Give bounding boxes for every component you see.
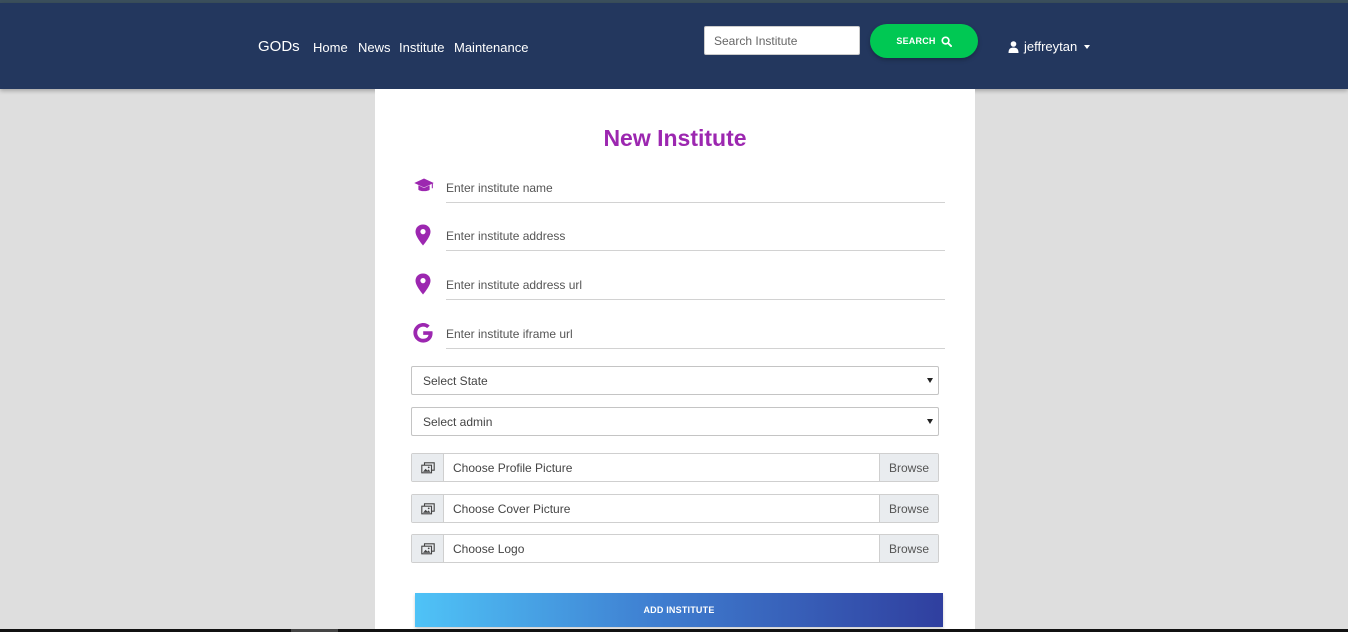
map-marker-icon [415, 273, 431, 295]
page-title: New Institute [603, 125, 747, 151]
institute-name-row [411, 173, 945, 207]
file-prepend [412, 454, 444, 481]
nav-home[interactable]: Home [313, 40, 348, 55]
logo-upload[interactable]: Choose Logo Browse [411, 534, 939, 563]
institute-address-row [411, 221, 945, 255]
navbar: GODs Home News Institute Maintenance SEA… [0, 3, 1348, 89]
institute-address-url-input[interactable] [446, 270, 945, 300]
logo-browse-button[interactable]: Browse [879, 535, 938, 562]
logo-label[interactable]: Choose Logo [444, 535, 879, 562]
user-name: jeffreytan [1024, 39, 1078, 54]
new-institute-card: New Institute Select State [375, 89, 975, 632]
institute-iframe-url-row [411, 319, 945, 353]
cover-picture-upload[interactable]: Choose Cover Picture Browse [411, 494, 939, 523]
google-icon [413, 323, 433, 343]
caret-down-icon [1084, 44, 1091, 49]
graduation-cap-icon [414, 178, 434, 192]
map-marker-icon [415, 224, 431, 246]
cover-picture-browse-button[interactable]: Browse [879, 495, 938, 522]
admin-select[interactable]: Select admin [411, 407, 939, 436]
profile-picture-label[interactable]: Choose Profile Picture [444, 454, 879, 481]
state-select-value: Select State [423, 373, 488, 388]
admin-select-value: Select admin [423, 414, 493, 429]
images-icon [420, 502, 435, 514]
nav-maintenance[interactable]: Maintenance [454, 40, 528, 55]
state-select[interactable]: Select State [411, 366, 939, 395]
user-menu[interactable]: jeffreytan [1008, 39, 1091, 54]
add-institute-button[interactable]: ADD INSTITUTE [415, 593, 943, 627]
institute-name-input[interactable] [446, 173, 945, 203]
profile-picture-browse-button[interactable]: Browse [879, 454, 938, 481]
brand-logo[interactable]: GODs [258, 38, 300, 55]
search-button-label: SEARCH [896, 36, 936, 46]
nav-news[interactable]: News [358, 40, 391, 55]
search-button[interactable]: SEARCH [870, 24, 978, 58]
institute-address-input[interactable] [446, 221, 945, 251]
institute-address-url-row [411, 270, 945, 304]
file-prepend [412, 535, 444, 562]
user-icon [1008, 40, 1019, 53]
profile-picture-upload[interactable]: Choose Profile Picture Browse [411, 453, 939, 482]
dropdown-arrow-icon [927, 419, 933, 424]
institute-iframe-url-input[interactable] [446, 319, 945, 349]
nav-institute[interactable]: Institute [399, 40, 445, 55]
cover-picture-label[interactable]: Choose Cover Picture [444, 495, 879, 522]
search-input[interactable] [704, 26, 860, 55]
file-prepend [412, 495, 444, 522]
images-icon [420, 461, 435, 473]
images-icon [420, 542, 435, 554]
dropdown-arrow-icon [927, 378, 933, 383]
search-icon [941, 35, 952, 47]
